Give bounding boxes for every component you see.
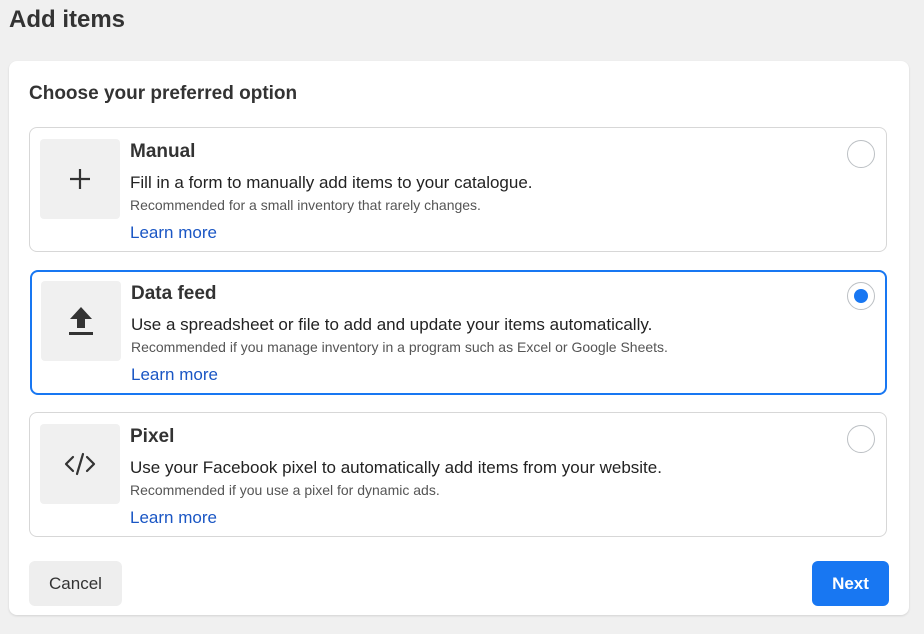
option-description: Fill in a form to manually add items to … [130, 173, 533, 192]
radio-selected-dot [854, 289, 868, 303]
option-pixel[interactable]: Pixel Use your Facebook pixel to automat… [29, 412, 887, 537]
option-description: Use a spreadsheet or file to add and upd… [131, 315, 653, 334]
upload-icon [69, 307, 93, 335]
cancel-button[interactable]: Cancel [29, 561, 122, 606]
learn-more-link-manual[interactable]: Learn more [130, 222, 217, 244]
option-title: Manual [130, 141, 196, 162]
option-title: Data feed [131, 283, 217, 304]
learn-more-link-pixel[interactable]: Learn more [130, 507, 217, 529]
section-heading: Choose your preferred option [29, 83, 298, 104]
pixel-icon-box [40, 424, 120, 504]
options-panel: Choose your preferred option Manual Fill… [9, 61, 909, 615]
radio-manual[interactable] [847, 140, 875, 168]
option-data-feed[interactable]: Data feed Use a spreadsheet or file to a… [30, 270, 887, 395]
radio-pixel[interactable] [847, 425, 875, 453]
learn-more-link-data-feed[interactable]: Learn more [131, 364, 218, 386]
data-feed-icon-box [41, 281, 121, 361]
option-recommendation: Recommended for a small inventory that r… [130, 197, 481, 213]
option-title: Pixel [130, 426, 175, 447]
manual-icon-box [40, 139, 120, 219]
option-recommendation: Recommended if you use a pixel for dynam… [130, 482, 440, 498]
plus-icon [70, 169, 90, 189]
code-icon [64, 452, 96, 476]
radio-data-feed[interactable] [847, 282, 875, 310]
option-description: Use your Facebook pixel to automatically… [130, 458, 662, 477]
page-title: Add items [9, 6, 126, 33]
option-recommendation: Recommended if you manage inventory in a… [131, 339, 668, 355]
next-button[interactable]: Next [812, 561, 889, 606]
option-manual[interactable]: Manual Fill in a form to manually add it… [29, 127, 887, 252]
